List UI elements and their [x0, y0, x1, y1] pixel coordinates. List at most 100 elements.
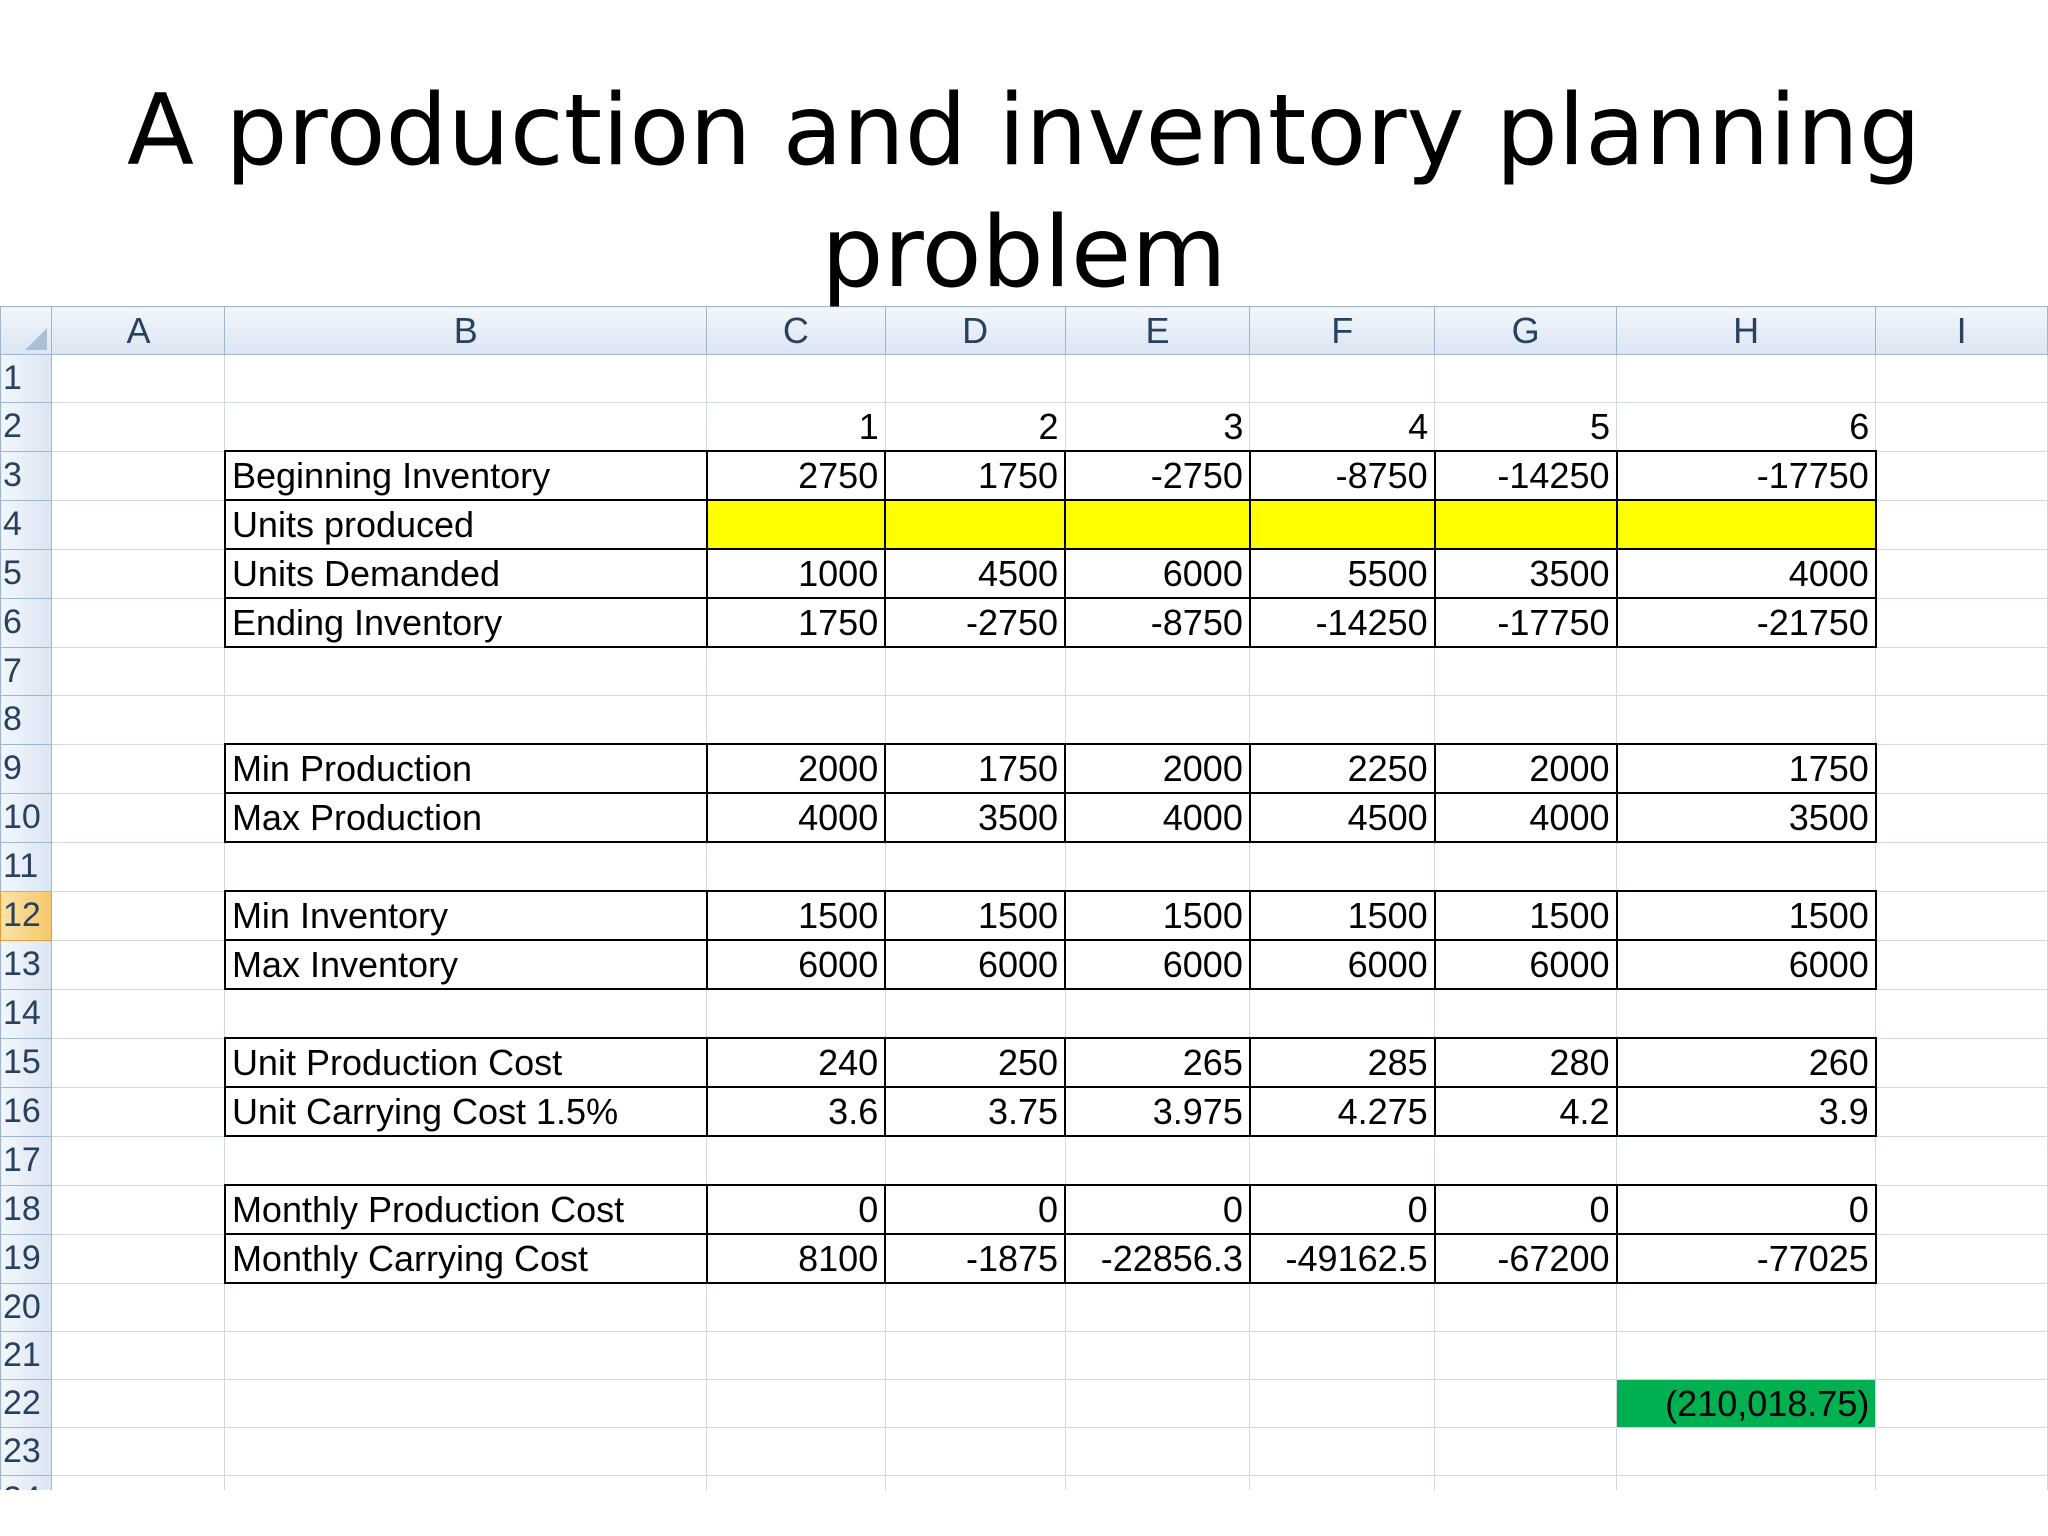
cell-h8[interactable] — [1615, 695, 1877, 745]
cell-h20[interactable] — [1615, 1282, 1877, 1332]
cell-c7[interactable] — [706, 646, 886, 696]
cell-c23[interactable] — [706, 1427, 886, 1476]
cell-i8[interactable] — [1875, 695, 2048, 745]
cell-f13[interactable]: 6000 — [1248, 939, 1436, 990]
cell-i15[interactable] — [1875, 1037, 2048, 1088]
cell-i2[interactable] — [1875, 402, 2048, 452]
cell-h5[interactable]: 4000 — [1615, 548, 1877, 599]
cell-f11[interactable] — [1249, 841, 1436, 892]
cell-c13[interactable]: 6000 — [705, 939, 887, 990]
cell-f14[interactable] — [1249, 988, 1436, 1039]
cell-g8[interactable] — [1434, 695, 1617, 745]
cell-c16[interactable]: 3.6 — [705, 1086, 887, 1137]
row-header-13[interactable]: 13 — [0, 939, 53, 990]
cell-c8[interactable] — [706, 695, 886, 745]
cell-d23[interactable] — [884, 1427, 1066, 1476]
cell-b3[interactable]: Beginning Inventory — [223, 450, 708, 501]
cell-d20[interactable] — [884, 1282, 1066, 1332]
cell-c14[interactable] — [706, 988, 886, 1039]
cell-e24[interactable] — [1064, 1475, 1251, 1490]
cell-g4[interactable] — [1433, 499, 1618, 550]
cell-e10[interactable]: 4000 — [1064, 792, 1251, 843]
cell-b18[interactable]: Monthly Production Cost — [223, 1184, 708, 1235]
cell-d3[interactable]: 1750 — [884, 450, 1067, 501]
cell-i19[interactable] — [1875, 1233, 2048, 1284]
cell-g12[interactable]: 1500 — [1433, 890, 1618, 941]
cell-i4[interactable] — [1875, 499, 2048, 550]
cell-f21[interactable] — [1249, 1331, 1436, 1380]
cell-a2[interactable] — [51, 402, 226, 452]
cell-b24[interactable] — [224, 1475, 708, 1490]
cell-i5[interactable] — [1875, 548, 2048, 599]
cell-f1[interactable] — [1249, 354, 1436, 403]
cell-f15[interactable]: 285 — [1248, 1037, 1436, 1088]
cell-e14[interactable] — [1064, 988, 1251, 1039]
cell-d4[interactable] — [884, 499, 1067, 550]
row-header-15[interactable]: 15 — [0, 1037, 53, 1088]
cell-d7[interactable] — [884, 646, 1066, 696]
cell-b6[interactable]: Ending Inventory — [223, 597, 708, 648]
cell-g7[interactable] — [1434, 646, 1617, 696]
cell-h3[interactable]: -17750 — [1615, 450, 1877, 501]
cell-b21[interactable] — [224, 1331, 708, 1380]
cell-g23[interactable] — [1434, 1427, 1617, 1476]
cell-g18[interactable]: 0 — [1433, 1184, 1618, 1235]
cell-h9[interactable]: 1750 — [1615, 743, 1877, 794]
cell-c21[interactable] — [706, 1331, 886, 1380]
cell-a20[interactable] — [51, 1282, 226, 1332]
cell-e16[interactable]: 3.975 — [1064, 1086, 1251, 1137]
cell-b20[interactable] — [224, 1282, 708, 1332]
cell-g15[interactable]: 280 — [1433, 1037, 1618, 1088]
row-header-3[interactable]: 3 — [0, 450, 53, 501]
cell-e7[interactable] — [1064, 646, 1251, 696]
cell-d1[interactable] — [884, 354, 1066, 403]
row-header-17[interactable]: 17 — [0, 1135, 53, 1186]
cell-i18[interactable] — [1875, 1184, 2048, 1235]
cell-h21[interactable] — [1615, 1331, 1877, 1380]
cell-f8[interactable] — [1249, 695, 1436, 745]
cell-b8[interactable] — [224, 695, 708, 745]
cell-c22[interactable] — [706, 1379, 886, 1428]
cell-e8[interactable] — [1064, 695, 1251, 745]
cell-a24[interactable] — [51, 1475, 226, 1490]
cell-c19[interactable]: 8100 — [705, 1233, 887, 1284]
cell-c9[interactable]: 2000 — [705, 743, 887, 794]
cell-i21[interactable] — [1875, 1331, 2048, 1380]
cell-a12[interactable] — [51, 890, 226, 941]
row-header-7[interactable]: 7 — [0, 646, 53, 696]
row-header-23[interactable]: 23 — [0, 1427, 53, 1476]
cell-g5[interactable]: 3500 — [1433, 548, 1618, 599]
cell-f23[interactable] — [1249, 1427, 1436, 1476]
cell-d18[interactable]: 0 — [884, 1184, 1067, 1235]
cell-e17[interactable] — [1064, 1135, 1251, 1186]
cell-b19[interactable]: Monthly Carrying Cost — [223, 1233, 708, 1284]
cell-g16[interactable]: 4.2 — [1433, 1086, 1618, 1137]
cell-a7[interactable] — [51, 646, 226, 696]
cell-b1[interactable] — [224, 354, 708, 403]
cell-h24[interactable] — [1615, 1475, 1877, 1490]
cell-e9[interactable]: 2000 — [1064, 743, 1251, 794]
cell-h1[interactable] — [1615, 354, 1877, 403]
cell-a10[interactable] — [51, 792, 226, 843]
row-header-4[interactable]: 4 — [0, 499, 53, 550]
cell-c11[interactable] — [706, 841, 886, 892]
cell-e20[interactable] — [1064, 1282, 1251, 1332]
cell-g11[interactable] — [1434, 841, 1617, 892]
cell-c24[interactable] — [706, 1475, 886, 1490]
cell-a5[interactable] — [51, 548, 226, 599]
cell-e12[interactable]: 1500 — [1064, 890, 1251, 941]
row-header-5[interactable]: 5 — [0, 548, 53, 599]
row-header-9[interactable]: 9 — [0, 743, 53, 794]
cell-g3[interactable]: -14250 — [1433, 450, 1618, 501]
cell-i20[interactable] — [1875, 1282, 2048, 1332]
cell-f6[interactable]: -14250 — [1248, 597, 1436, 648]
cell-c5[interactable]: 1000 — [705, 548, 887, 599]
cell-g9[interactable]: 2000 — [1433, 743, 1618, 794]
cell-e21[interactable] — [1064, 1331, 1251, 1380]
cell-a9[interactable] — [51, 743, 226, 794]
cell-f22[interactable] — [1249, 1379, 1436, 1428]
cell-d17[interactable] — [884, 1135, 1066, 1186]
cell-h13[interactable]: 6000 — [1615, 939, 1877, 990]
cell-b22[interactable] — [224, 1379, 708, 1428]
cell-g1[interactable] — [1434, 354, 1617, 403]
